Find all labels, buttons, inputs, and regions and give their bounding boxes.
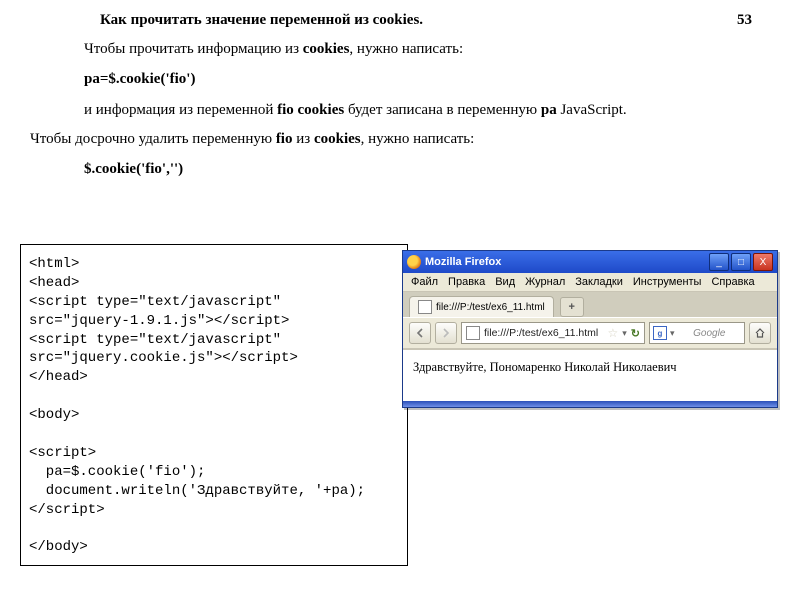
text: из: [292, 131, 313, 147]
page-content: Здравствуйте, Пономаренко Николай Никола…: [403, 349, 777, 401]
paragraph-1: Чтобы прочитать информацию из cookies, н…: [0, 35, 800, 63]
menu-edit[interactable]: Правка: [448, 276, 485, 288]
text: Чтобы прочитать информацию из: [84, 41, 303, 57]
paragraph-3: Чтобы досрочно удалить переменную fio из…: [0, 125, 800, 153]
google-icon: g: [653, 326, 667, 340]
search-engine-dropdown-icon[interactable]: ▾: [670, 328, 675, 339]
window-bottom-border: [403, 401, 777, 407]
home-button[interactable]: [749, 322, 771, 344]
menu-view[interactable]: Вид: [495, 276, 515, 288]
keyword-fio: fio: [276, 131, 293, 147]
address-bar: file:///P:/test/ex6_11.html ☆ ▾ ↻ g ▾ Go…: [403, 317, 777, 349]
window-title: Mozilla Firefox: [425, 256, 709, 268]
url-text: file:///P:/test/ex6_11.html: [484, 327, 603, 339]
text: , нужно написать:: [349, 41, 463, 57]
text: , нужно написать:: [361, 131, 475, 147]
close-button[interactable]: X: [753, 253, 773, 271]
rendered-text: Здравствуйте, Пономаренко Николай Никола…: [413, 360, 677, 374]
keyword-cookies-2: cookies: [314, 131, 361, 147]
paragraph-2: и информация из переменной fio cookies б…: [0, 96, 800, 124]
text: Чтобы досрочно удалить переменную: [30, 131, 276, 147]
bookmark-icon[interactable]: ☆: [607, 326, 618, 340]
tab-active[interactable]: file:///P:/test/ex6_11.html: [409, 296, 554, 317]
menu-file[interactable]: Файл: [411, 276, 438, 288]
page-number: 53: [737, 12, 752, 29]
reload-icon[interactable]: ↻: [631, 327, 640, 340]
forward-button[interactable]: [435, 322, 457, 344]
document-icon: [418, 300, 432, 314]
search-placeholder: Google: [678, 328, 741, 339]
tabbar: file:///P:/test/ex6_11.html +: [403, 292, 777, 317]
menu-bookmarks[interactable]: Закладки: [575, 276, 623, 288]
code-read-cookie: pa=$.cookie('fio'): [0, 63, 800, 96]
new-tab-button[interactable]: +: [560, 297, 584, 317]
maximize-button[interactable]: □: [731, 253, 751, 271]
page-title: Как прочитать значение переменной из coo…: [100, 12, 423, 29]
keyword-pa: pa: [541, 102, 557, 118]
tab-label: file:///P:/test/ex6_11.html: [436, 302, 545, 313]
back-button[interactable]: [409, 322, 431, 344]
text: будет записана в переменную: [344, 102, 541, 118]
keyword-cookies: cookies: [303, 41, 350, 57]
url-field[interactable]: file:///P:/test/ex6_11.html ☆ ▾ ↻: [461, 322, 645, 344]
browser-window: Mozilla Firefox _ □ X Файл Правка Вид Жу…: [402, 250, 778, 408]
code-listing: <html> <head> <script type="text/javascr…: [20, 244, 408, 566]
menu-journal[interactable]: Журнал: [525, 276, 565, 288]
firefox-icon: [407, 255, 421, 269]
text: JavaScript.: [557, 102, 627, 118]
titlebar[interactable]: Mozilla Firefox _ □ X: [403, 251, 777, 273]
minimize-button[interactable]: _: [709, 253, 729, 271]
menu-help[interactable]: Справка: [711, 276, 754, 288]
menu-tools[interactable]: Инструменты: [633, 276, 702, 288]
menubar: Файл Правка Вид Журнал Закладки Инструме…: [403, 273, 777, 292]
keyword-fio-cookies: fio cookies: [277, 102, 344, 118]
text: и информация из переменной: [84, 102, 277, 118]
code-delete-cookie: $.cookie('fio',''): [0, 153, 800, 186]
search-field[interactable]: g ▾ Google: [649, 322, 745, 344]
url-dropdown-icon[interactable]: ▾: [622, 328, 627, 339]
page-icon: [466, 326, 480, 340]
